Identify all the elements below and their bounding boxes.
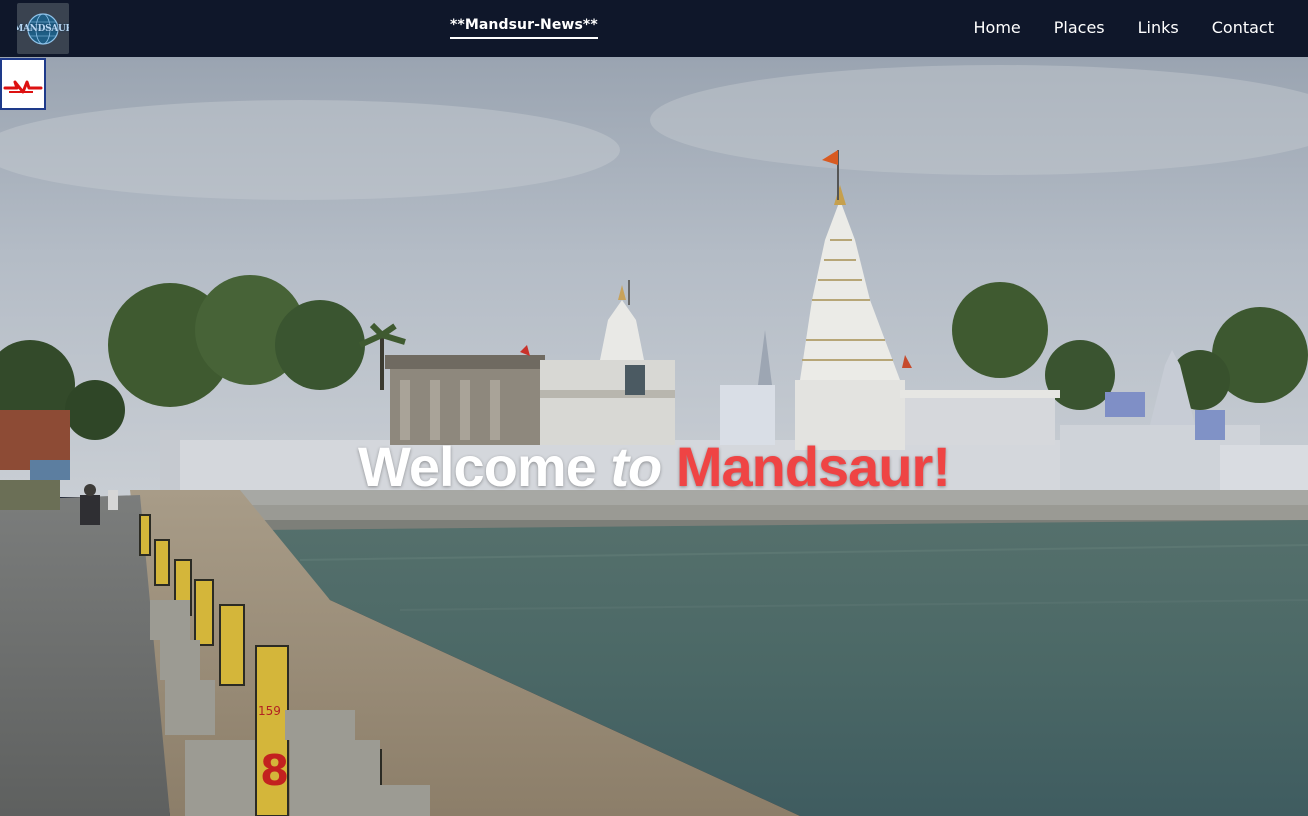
nav-links: Home Places Links Contact (941, 18, 1274, 38)
welcome-heading: Welcome to Mandsaur! (0, 435, 1308, 499)
welcome-word: Welcome (358, 435, 597, 498)
hero-banner: 159 8 Welcome to Mandsaur! (0, 57, 1308, 816)
top-navbar: MANDSAUR **Mandsur-News** Home Places Li… (0, 0, 1308, 57)
site-logo[interactable]: MANDSAUR (17, 3, 69, 54)
nav-link-links[interactable]: Links (1138, 18, 1179, 38)
milestone-small-text: 159 (258, 704, 281, 718)
to-word: to (610, 435, 662, 498)
milestone-big-text: 8 (260, 746, 289, 795)
nav-link-home[interactable]: Home (974, 18, 1021, 38)
brand-title[interactable]: **Mandsur-News** (450, 17, 598, 39)
red-signature-icon (3, 80, 43, 94)
corner-badge[interactable] (0, 58, 46, 110)
city-name: Mandsaur! (675, 435, 951, 498)
nav-link-places[interactable]: Places (1054, 18, 1105, 38)
nav-link-contact[interactable]: Contact (1212, 18, 1274, 38)
logo-text: MANDSAUR (17, 23, 69, 34)
